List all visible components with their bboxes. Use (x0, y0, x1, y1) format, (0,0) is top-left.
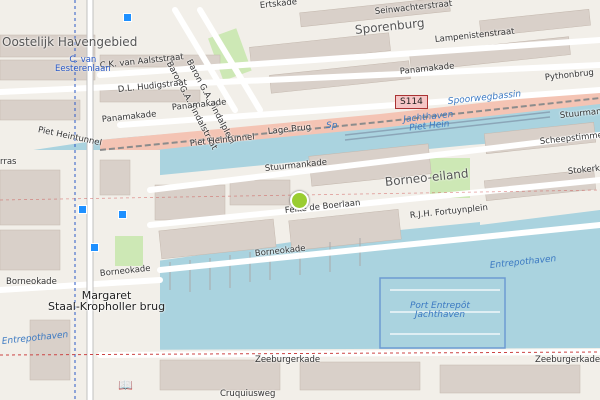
bus-stop-icon[interactable] (78, 205, 87, 214)
street-label: Cruquiusweg (220, 389, 276, 399)
bridge-label: Margaret Staal-Kropholler brug (48, 289, 166, 313)
road-shield: S114 (395, 95, 428, 109)
street-label: Zeeburgerkade (535, 355, 600, 365)
library-icon[interactable]: 📖 (118, 378, 133, 392)
location-marker[interactable] (290, 191, 309, 210)
street-label: rras (0, 157, 17, 167)
bus-stop-icon[interactable] (123, 13, 132, 22)
park (115, 236, 143, 266)
street-label: Borneokade (6, 277, 57, 287)
bus-stop-icon[interactable] (118, 210, 127, 219)
area-label-oostelijk-havengebied: Oostelijk Havengebied (2, 35, 138, 49)
station-label: C. van Eesterenlaan (55, 55, 111, 74)
water-label: Port Entrepôt Jachthaven (410, 301, 470, 320)
water-label: Sp (326, 121, 338, 131)
street-label: Zeeburgerkade (255, 355, 321, 365)
map-view[interactable]: Oostelijk Havengebied Sporenburg Borneo-… (0, 0, 600, 400)
bus-stop-icon[interactable] (90, 243, 99, 252)
